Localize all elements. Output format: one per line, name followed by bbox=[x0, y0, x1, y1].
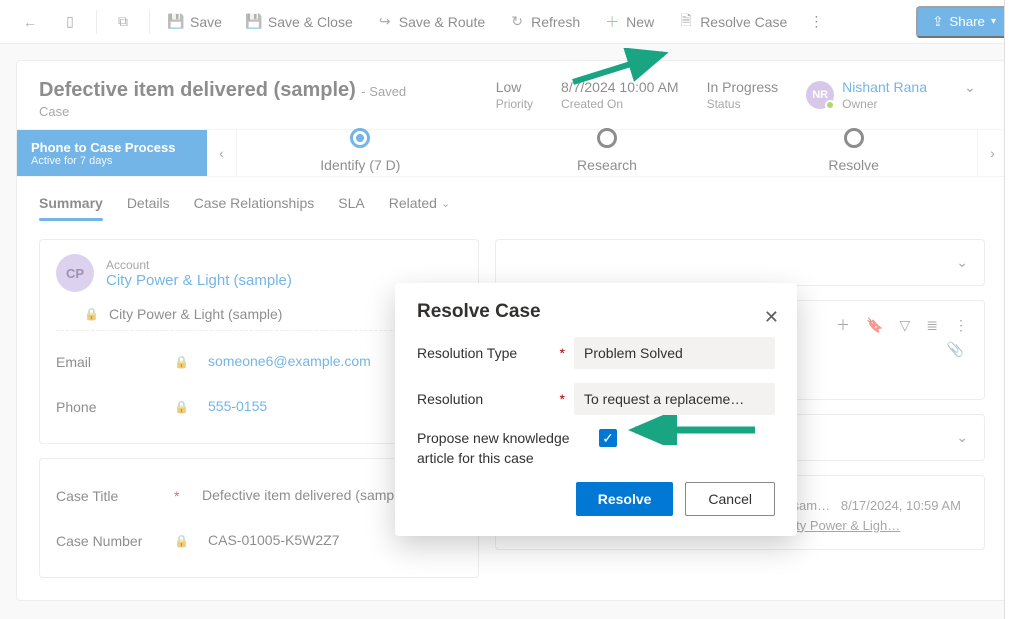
required-icon: * bbox=[559, 345, 568, 361]
dialog-title: Resolve Case bbox=[417, 301, 775, 323]
right-rail bbox=[1004, 0, 1024, 619]
resolve-button[interactable]: Resolve bbox=[576, 482, 674, 516]
cancel-button[interactable]: Cancel bbox=[685, 482, 775, 516]
close-button[interactable]: ✕ bbox=[764, 307, 779, 328]
close-icon: ✕ bbox=[764, 307, 779, 327]
resolution-input[interactable] bbox=[574, 383, 775, 415]
resolution-type-label: Resolution Type bbox=[417, 345, 553, 361]
resolution-type-input[interactable] bbox=[574, 337, 775, 369]
kb-article-label: Propose new knowledge article for this c… bbox=[417, 429, 577, 468]
kb-article-checkbox[interactable]: ✓ bbox=[599, 429, 617, 447]
resolve-case-dialog: Resolve Case ✕ Resolution Type * Resolut… bbox=[395, 283, 797, 536]
required-icon: * bbox=[559, 391, 568, 407]
resolution-label: Resolution bbox=[417, 391, 553, 407]
check-icon: ✓ bbox=[602, 430, 614, 447]
